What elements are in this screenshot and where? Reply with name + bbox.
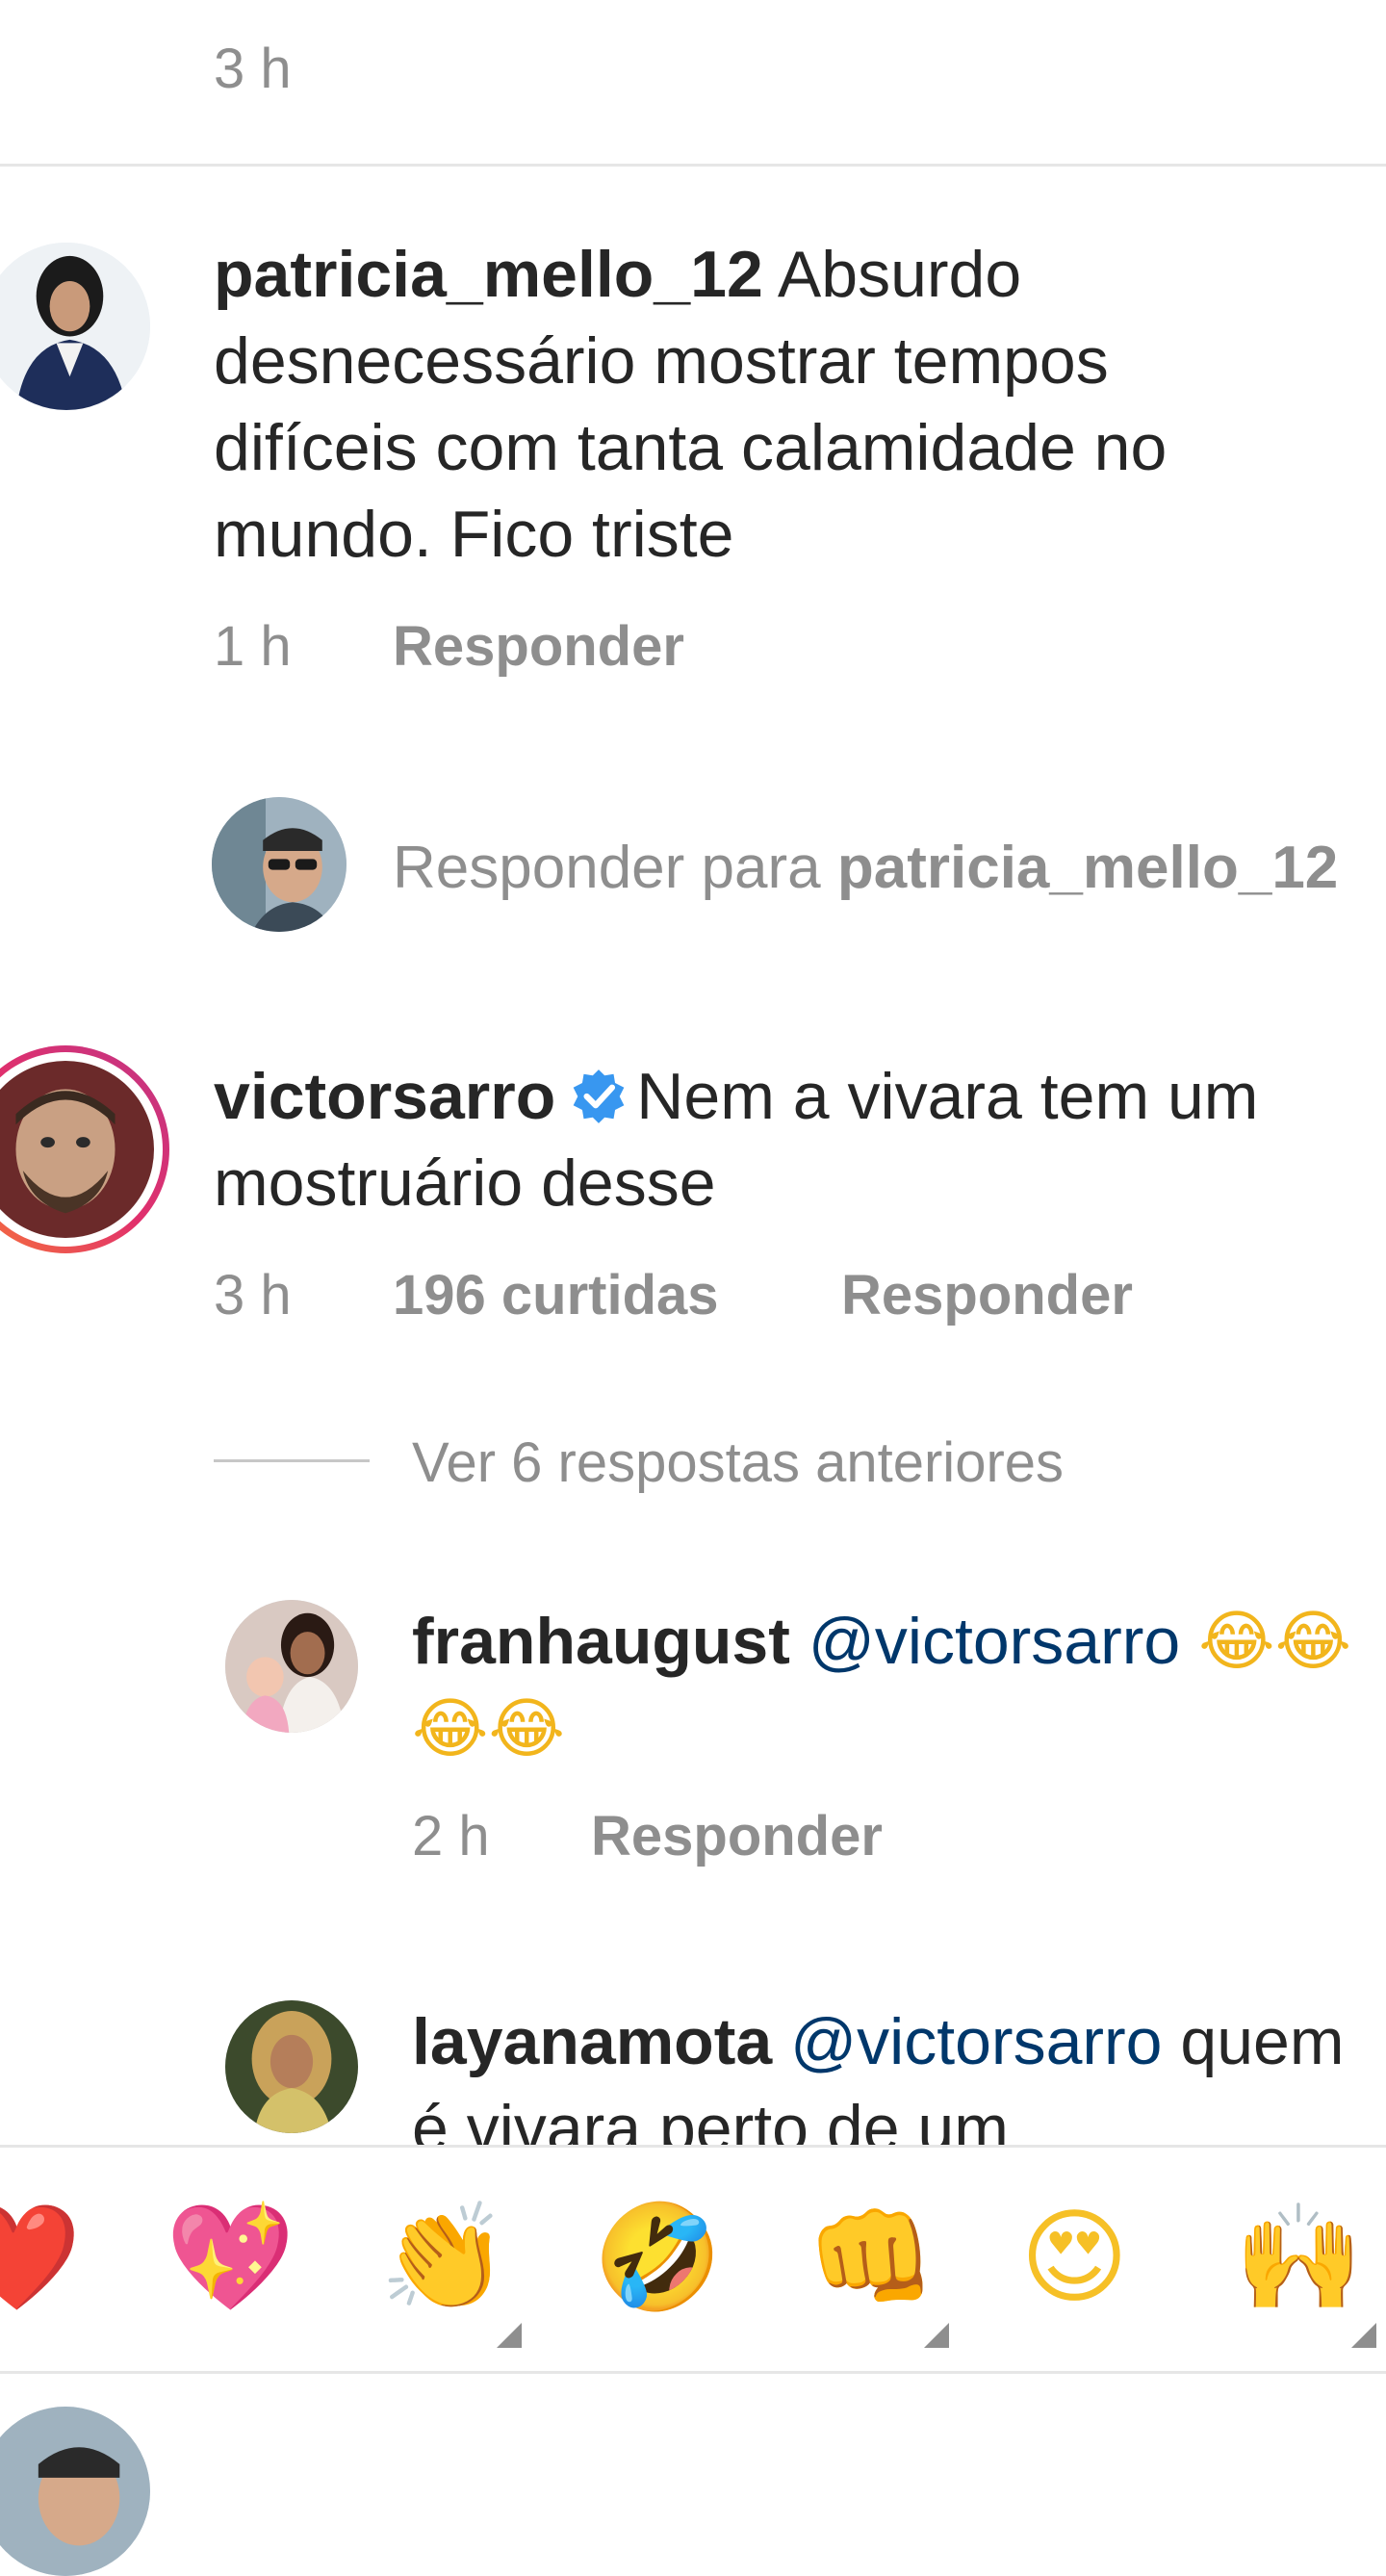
emoji-heart-eyes-icon[interactable]: 😍: [1020, 2196, 1129, 2321]
emoji-clapping-hands-icon[interactable]: 👏: [379, 2196, 508, 2321]
emoji-rofl-icon[interactable]: 🤣: [593, 2196, 722, 2321]
reply-body: layanamota @victorsarro quem é vivara pe…: [412, 1998, 1355, 2145]
emoji-heart-icon[interactable]: ❤️: [0, 2196, 81, 2321]
emoji-bar: ❤️ 💖 👏 🤣 👊 😍 🙌: [0, 2148, 1386, 2371]
reply-mention[interactable]: @victorsarro: [790, 2005, 1162, 2078]
emoji-bar-bottom-divider: [0, 2371, 1386, 2374]
emoji-sparkling-heart-icon[interactable]: 💖: [166, 2196, 295, 2321]
avatar-portrait: [225, 2000, 358, 2133]
skin-tone-indicator: [497, 2323, 522, 2348]
skin-tone-indicator: [1351, 2323, 1376, 2348]
avatar-portrait: [0, 2407, 150, 2576]
composer-avatar: [0, 2407, 150, 2576]
avatar[interactable]: [225, 2000, 358, 2133]
reply-layanamota: layanamota @victorsarro quem é vivara pe…: [0, 0, 1386, 2145]
skin-tone-indicator: [924, 2323, 949, 2348]
reply-username[interactable]: layanamota: [412, 2005, 772, 2078]
emoji-fist-icon[interactable]: 👊: [807, 2196, 936, 2321]
emoji-raising-hands-icon[interactable]: 🙌: [1234, 2196, 1363, 2321]
